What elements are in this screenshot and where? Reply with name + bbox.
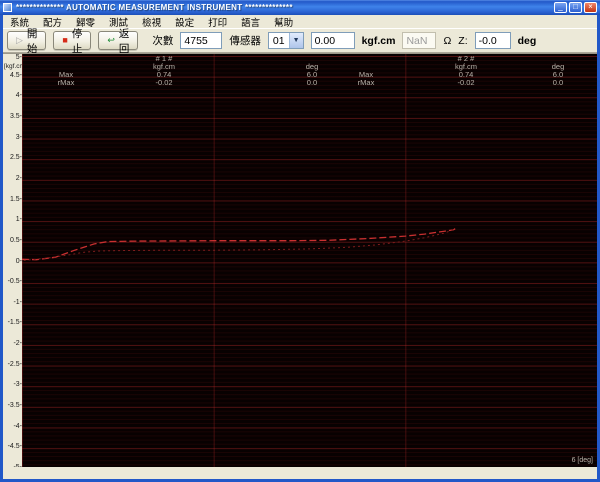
- y-tick-label: 3.5-: [9, 112, 22, 120]
- y-tick-label: 1-: [15, 216, 22, 224]
- chart-area: [kgf.cm 6 [deg] # 1 # kgf.cm deg Max 0.74 6.0…: [3, 53, 597, 471]
- z-label: Z:: [458, 34, 468, 47]
- menu-item-5[interactable]: 設定: [168, 15, 201, 29]
- torque-input[interactable]: [310, 32, 355, 49]
- stats-angle-value-2-rMax: 0.0: [552, 78, 564, 87]
- y-tick-label: -4-: [13, 422, 22, 430]
- window-title: ************** AUTOMATIC MEASUREMENT INS…: [16, 3, 293, 12]
- y-tick-label: -2.5-: [7, 360, 22, 368]
- status-bar: [3, 467, 597, 479]
- y-tick-label: 3-: [15, 133, 22, 141]
- y-tick-label: -3-: [13, 381, 22, 389]
- forward-trace: [22, 228, 456, 261]
- toolbar: ▷ 開始 ■ 停止 ↩ 返回 次數 傳感器 01 ▼ kgf.cm Ω Z: d…: [3, 28, 597, 55]
- sensor-select-value: 01: [272, 34, 285, 47]
- y-tick-label: 2.5-: [9, 154, 22, 162]
- y-tick-label: -2-: [13, 340, 22, 348]
- y-tick-label: 0-: [15, 257, 22, 265]
- z-unit-label: deg: [517, 34, 537, 47]
- menu-item-1[interactable]: 配方: [36, 15, 69, 29]
- y-tick-label: -1-: [13, 298, 22, 306]
- app-window: ************** AUTOMATIC MEASUREMENT INS…: [0, 0, 600, 482]
- y-tick-label: 4-: [15, 92, 22, 100]
- y-tick-label: -0.5-: [7, 278, 22, 286]
- start-button-label: 開始: [26, 27, 38, 55]
- start-button[interactable]: ▷ 開始: [7, 28, 47, 55]
- return-trace: [22, 229, 454, 261]
- window-controls: _ □ ×: [554, 2, 597, 13]
- y-tick-label: 2-: [15, 174, 22, 182]
- return-arrow-icon: ↩: [107, 35, 115, 45]
- menu-item-8[interactable]: 幫助: [267, 15, 300, 29]
- sensor-label: 傳感器: [229, 35, 261, 47]
- stats-row-label-1-rMax: rMax: [57, 78, 75, 87]
- sensor-select[interactable]: 01 ▼: [267, 32, 304, 49]
- stats-force-value-1-rMax: -0.02: [155, 78, 173, 87]
- y-tick-label: -1.5-: [7, 319, 22, 327]
- return-button-label: 返回: [118, 27, 130, 55]
- measurement-curve: [22, 228, 456, 261]
- stop-button[interactable]: ■ 停止: [53, 28, 92, 55]
- stats-angle-value-1-rMax: 0.0: [306, 78, 318, 87]
- count-input[interactable]: [180, 32, 223, 49]
- y-tick-label: 4.5-: [9, 71, 22, 79]
- menubar: 系統 配方 歸零 測試 檢視 設定 打印 語言 幫助: [3, 15, 597, 29]
- return-button[interactable]: ↩ 返回: [98, 28, 139, 55]
- app-icon: [3, 3, 12, 12]
- resistance-input: [402, 32, 437, 49]
- menu-item-6[interactable]: 打印: [201, 15, 234, 29]
- titlebar: ************** AUTOMATIC MEASUREMENT INS…: [0, 0, 600, 15]
- y-tick-label: -3.5-: [7, 402, 22, 410]
- y-tick-label: -4.5-: [7, 443, 22, 451]
- x-axis-label: 6 [deg]: [571, 457, 593, 464]
- plot-area: 6 [deg] # 1 # kgf.cm deg Max 0.74 6.0 rMax -0.0…: [22, 54, 597, 467]
- window-border-left: [0, 15, 3, 479]
- chevron-down-icon[interactable]: ▼: [288, 33, 303, 48]
- maximize-button[interactable]: □: [569, 2, 582, 13]
- close-button[interactable]: ×: [584, 2, 597, 13]
- play-icon: ▷: [16, 35, 23, 45]
- y-tick-label: 5-: [15, 54, 22, 61]
- minimize-button[interactable]: _: [554, 2, 567, 13]
- ohm-symbol: Ω: [443, 34, 452, 47]
- y-tick-label: 1.5-: [9, 195, 22, 203]
- y-tick-label: 0.5-: [9, 236, 22, 244]
- menu-item-4[interactable]: 檢視: [135, 15, 168, 29]
- count-label: 次數: [152, 35, 174, 47]
- stats-force-value-2-rMax: -0.02: [457, 78, 475, 87]
- stats-row-label-2-rMax: rMax: [357, 78, 375, 87]
- z-input[interactable]: [474, 32, 511, 49]
- torque-unit-label: kgf.cm: [361, 34, 396, 47]
- stop-square-icon: ■: [62, 35, 68, 45]
- menu-item-7[interactable]: 語言: [234, 15, 267, 29]
- stop-button-label: 停止: [71, 27, 83, 55]
